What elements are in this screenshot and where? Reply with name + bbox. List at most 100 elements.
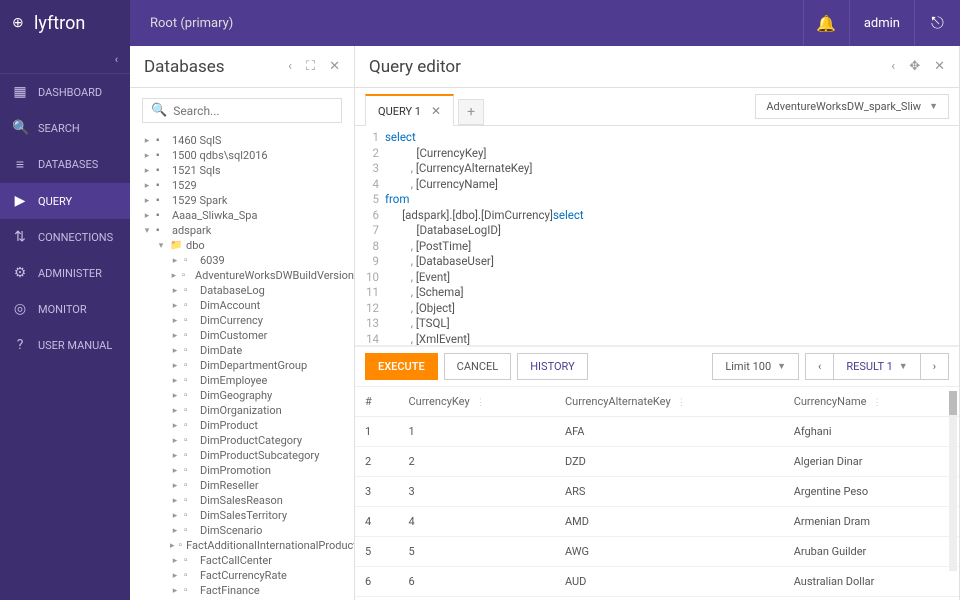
panel-close-icon[interactable]: ✕ [329, 59, 340, 74]
tree-item[interactable]: ▸▫DimCustomer [142, 328, 354, 343]
history-button[interactable]: HISTORY [517, 353, 587, 380]
tree-item[interactable]: ▸▪Aaaa_Sliwka_Spa [142, 208, 354, 223]
result-prev-button[interactable]: ‹ [805, 353, 834, 380]
notifications-icon[interactable]: 🔔 [803, 0, 849, 46]
tree-item[interactable]: ▸▪1529 [142, 178, 354, 193]
column-header[interactable]: CurrencyKey ⋮ [398, 387, 555, 417]
results-scrollbar[interactable] [949, 391, 957, 571]
tree-toggle-icon[interactable]: ▸ [170, 466, 180, 476]
tree-item[interactable]: ▸▫DimEmployee [142, 373, 354, 388]
nav-item-connections[interactable]: ⇅CONNECTIONS [0, 219, 130, 255]
table-row[interactable]: 55AWGAruban Guilder [355, 537, 959, 567]
tree-toggle-icon[interactable]: ▸ [170, 451, 180, 461]
database-select[interactable]: AdventureWorksDW_spark_Sliw ▼ [755, 94, 949, 119]
tree-item[interactable]: ▸▫DatabaseLog [142, 283, 354, 298]
tree-toggle-icon[interactable]: ▸ [170, 346, 180, 356]
execute-button[interactable]: EXECUTE [365, 353, 438, 380]
tree-toggle-icon[interactable]: ▸ [142, 196, 152, 206]
table-row[interactable]: 33ARSArgentine Peso [355, 477, 959, 507]
tree-item[interactable]: ▸▫DimReseller [142, 478, 354, 493]
cancel-button[interactable]: CANCEL [444, 353, 512, 380]
tree-toggle-icon[interactable]: ▸ [142, 181, 152, 191]
sidebar-collapse[interactable]: ‹ [0, 46, 130, 74]
tree-item[interactable]: ▸▫FactCurrencyRate [142, 568, 354, 583]
tree-toggle-icon[interactable]: ▸ [170, 571, 180, 581]
nav-item-databases[interactable]: ≡DATABASES [0, 146, 130, 183]
tree-item[interactable]: ▸▫DimDate [142, 343, 354, 358]
query-tab[interactable]: QUERY 1 ✕ [365, 94, 454, 126]
tree-toggle-icon[interactable]: ▸ [170, 436, 180, 446]
nav-item-monitor[interactable]: ◎MONITOR [0, 291, 130, 327]
tree-toggle-icon[interactable]: ▸ [142, 151, 152, 161]
code-editor[interactable]: 12345678910111213141516 select [Currency… [355, 126, 959, 346]
tree-item[interactable]: ▸▫DimSalesReason [142, 493, 354, 508]
tree-item[interactable]: ▸▫DimProductCategory [142, 433, 354, 448]
tree-item[interactable]: ▸▫6039 [142, 253, 354, 268]
tree-item[interactable]: ▸▫FactCallCenter [142, 553, 354, 568]
user-label[interactable]: admin [849, 0, 914, 46]
tree-toggle-icon[interactable]: ▸ [170, 376, 180, 386]
tree-toggle-icon[interactable]: ▸ [170, 586, 180, 596]
tree-item[interactable]: ▸▫DimPromotion [142, 463, 354, 478]
nav-item-user-manual[interactable]: ?USER MANUAL [0, 327, 130, 363]
tree-toggle-icon[interactable]: ▸ [170, 286, 180, 296]
breadcrumb[interactable]: Root (primary) [130, 16, 233, 31]
editor-collapse-icon[interactable]: ✥ [909, 59, 920, 74]
tree-item[interactable]: ▸▪1521 Sqls [142, 163, 354, 178]
tab-close-icon[interactable]: ✕ [431, 104, 441, 118]
tree-toggle-icon[interactable]: ▸ [170, 556, 180, 566]
logout-icon[interactable]: ⎋ [914, 0, 960, 46]
tree-toggle-icon[interactable]: ▸ [170, 511, 180, 521]
tree-item[interactable]: ▸▪1500 qdbs\sql2016 [142, 148, 354, 163]
table-row[interactable]: 22DZDAlgerian Dinar [355, 447, 959, 477]
editor-back-icon[interactable]: ‹ [891, 59, 895, 74]
code-body[interactable]: select [CurrencyKey] , [CurrencyAlternat… [385, 130, 959, 346]
tree-toggle-icon[interactable]: ▸ [170, 331, 180, 341]
tree-toggle-icon[interactable]: ▸ [142, 136, 152, 146]
tree-item[interactable]: ▸▫DimDepartmentGroup [142, 358, 354, 373]
column-header[interactable]: CurrencyAlternateKey ⋮ [555, 387, 784, 417]
tree-item[interactable]: ▸▫DimSalesTerritory [142, 508, 354, 523]
add-tab-button[interactable]: + [458, 99, 484, 125]
nav-item-query[interactable]: ▶QUERY [0, 183, 130, 219]
tree-toggle-icon[interactable]: ▾ [156, 241, 166, 251]
tree-toggle-icon[interactable]: ▸ [170, 496, 180, 506]
tree-item[interactable]: ▾📁dbo [142, 238, 354, 253]
tree-item[interactable]: ▸▫DimProductSubcategory [142, 448, 354, 463]
nav-item-search[interactable]: 🔍SEARCH [0, 110, 130, 146]
tree-toggle-icon[interactable]: ▸ [142, 211, 152, 221]
nav-item-dashboard[interactable]: ▦DASHBOARD [0, 74, 130, 110]
editor-close-icon[interactable]: ✕ [934, 59, 945, 74]
tree-item[interactable]: ▸▫DimGeography [142, 388, 354, 403]
tree-item[interactable]: ▸▫DimProduct [142, 418, 354, 433]
tree-toggle-icon[interactable]: ▸ [170, 256, 180, 266]
tree-toggle-icon[interactable]: ▸ [170, 541, 175, 551]
table-row[interactable]: 11AFAAfghani [355, 417, 959, 447]
search-box[interactable]: 🔍 [142, 98, 342, 123]
tree-toggle-icon[interactable]: ▸ [170, 481, 180, 491]
tree-toggle-icon[interactable]: ▸ [142, 166, 152, 176]
table-row[interactable]: 66AUDAustralian Dollar [355, 567, 959, 597]
tree-item[interactable]: ▸▫AdventureWorksDWBuildVersion [142, 268, 354, 283]
column-header[interactable]: CurrencyName ⋮ [784, 387, 959, 417]
nav-item-administer[interactable]: ⚙ADMINISTER [0, 255, 130, 291]
scrollbar-thumb[interactable] [949, 391, 957, 415]
tree-item[interactable]: ▸▫DimAccount [142, 298, 354, 313]
panel-back-icon[interactable]: ‹ [288, 59, 292, 74]
panel-expand-icon[interactable]: ⛶ [306, 59, 315, 74]
column-header[interactable]: # [355, 387, 398, 417]
tree-item[interactable]: ▸▫DimOrganization [142, 403, 354, 418]
tree-item[interactable]: ▸▫FactAdditionalInternationalProductDe..… [142, 538, 354, 553]
tree-item[interactable]: ▸▫FactFinance [142, 583, 354, 598]
tree-toggle-icon[interactable]: ▸ [170, 316, 180, 326]
tree-toggle-icon[interactable]: ▸ [170, 391, 180, 401]
tree-item[interactable]: ▸▫DimScenario [142, 523, 354, 538]
tree-toggle-icon[interactable]: ▸ [170, 301, 180, 311]
tree-toggle-icon[interactable]: ▸ [170, 421, 180, 431]
tree-toggle-icon[interactable]: ▸ [170, 271, 178, 281]
search-input[interactable] [173, 104, 333, 118]
tree-toggle-icon[interactable]: ▸ [170, 361, 180, 371]
tree-item[interactable]: ▸▫DimCurrency [142, 313, 354, 328]
limit-select[interactable]: Limit 100 ▼ [712, 353, 799, 380]
table-row[interactable]: 44AMDArmenian Dram [355, 507, 959, 537]
